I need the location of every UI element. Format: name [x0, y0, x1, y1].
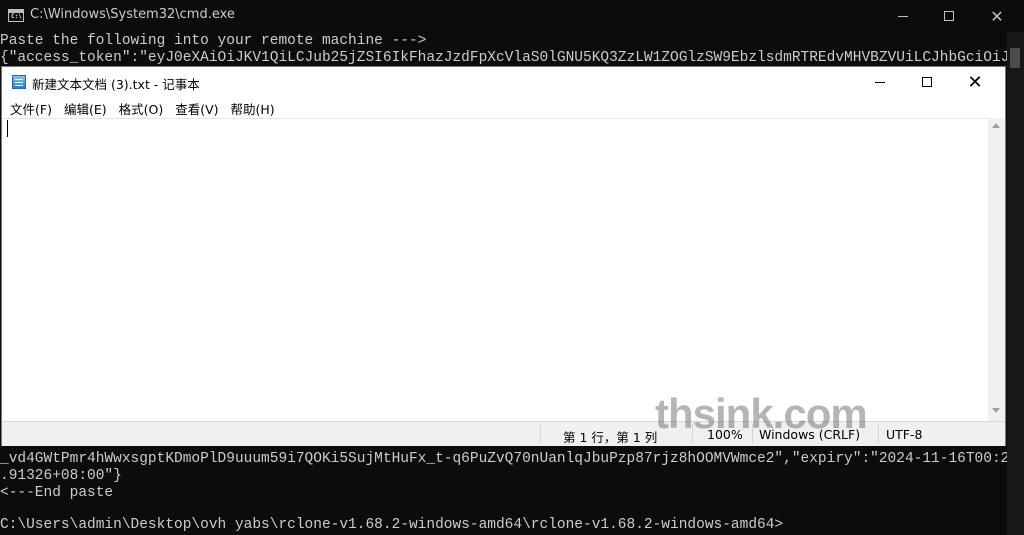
notepad-app-icon — [12, 75, 26, 89]
cmd-window-title: C:\Windows\System32\cmd.exe — [30, 7, 235, 22]
notepad-menubar: 文件(F) 编辑(E) 格式(O) 查看(V) 帮助(H) — [2, 98, 1005, 118]
cmd-titlebar[interactable]: C:\ C:\Windows\System32\cmd.exe ✕ — [0, 0, 1024, 32]
status-cursor-position: 第 1 行，第 1 列 — [563, 430, 658, 445]
menu-help[interactable]: 帮助(H) — [225, 99, 281, 118]
menu-edit[interactable]: 编辑(E) — [58, 99, 113, 118]
menu-format[interactable]: 格式(O) — [113, 99, 170, 118]
cmd-scrollbar-thumb[interactable] — [1010, 48, 1020, 68]
notepad-minimize-button[interactable] — [857, 67, 903, 97]
minimize-icon — [898, 15, 908, 17]
status-encoding: UTF-8 — [886, 427, 923, 442]
cmd-close-button[interactable]: ✕ — [974, 0, 1020, 32]
cmd-icon-text: C:\ — [11, 13, 22, 20]
notepad-text-area[interactable] — [2, 118, 988, 422]
text-caret — [7, 120, 8, 137]
cmd-scrollbar[interactable] — [1007, 32, 1024, 535]
scroll-down-icon[interactable] — [992, 408, 1000, 413]
maximize-icon — [944, 11, 954, 21]
notepad-window: 新建文本文档 (3).txt - 记事本 ✕ 文件(F) 编辑(E) 格式(O)… — [2, 67, 1005, 446]
cmd-output-line: _vd4GWtPmr4hWwxsgptKDmoPlD9uuum59i7QOKi5… — [0, 451, 1024, 467]
notepad-vertical-scrollbar[interactable] — [988, 118, 1005, 421]
cmd-output-line: {"access_token":"eyJ0eXAiOiJKV1QiLCJub25… — [0, 50, 1024, 66]
status-divider — [878, 424, 879, 444]
cmd-output-line: .91326+08:00"} — [0, 468, 122, 484]
minimize-icon — [875, 81, 885, 83]
maximize-icon — [922, 77, 932, 87]
close-icon: ✕ — [990, 6, 1004, 26]
notepad-window-title: 新建文本文档 (3).txt - 记事本 — [32, 77, 200, 92]
notepad-maximize-button[interactable] — [904, 67, 950, 97]
menu-view[interactable]: 查看(V) — [169, 99, 224, 118]
cmd-output-line: <---End paste — [0, 485, 114, 501]
notepad-titlebar[interactable]: 新建文本文档 (3).txt - 记事本 ✕ — [2, 67, 1005, 97]
scroll-up-icon[interactable] — [992, 123, 1000, 128]
notepad-close-button[interactable]: ✕ — [952, 67, 998, 97]
cmd-minimize-button[interactable] — [880, 0, 926, 32]
cmd-output-line: Paste the following into your remote mac… — [0, 33, 427, 49]
menu-file[interactable]: 文件(F) — [2, 99, 58, 118]
cmd-maximize-button[interactable] — [926, 0, 972, 32]
cmd-app-icon: C:\ — [8, 9, 24, 22]
status-divider — [540, 424, 541, 444]
cmd-prompt[interactable]: C:\Users\admin\Desktop\ovh yabs\rclone-v… — [0, 517, 783, 534]
watermark: thsink.com — [655, 390, 868, 437]
close-icon: ✕ — [967, 71, 983, 93]
